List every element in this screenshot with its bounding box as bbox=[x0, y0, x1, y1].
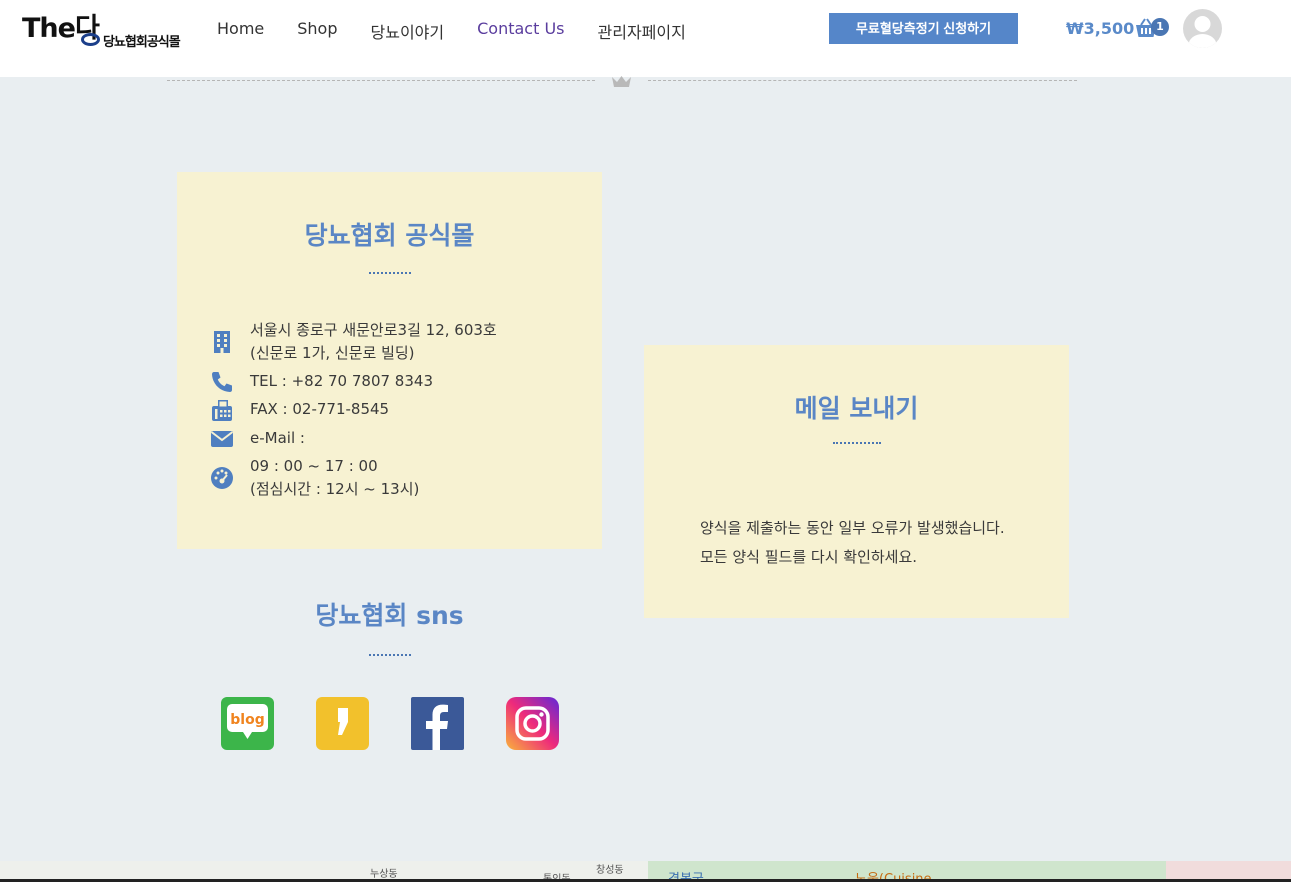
map-label-changseongdong: 창성동 bbox=[596, 865, 624, 876]
nav-home[interactable]: Home bbox=[217, 19, 264, 43]
divider-left bbox=[167, 80, 595, 81]
send-mail-box: 메일 보내기 양식을 제출하는 동안 일부 오류가 발생했습니다. 모든 양식 … bbox=[644, 345, 1069, 618]
fax-icon bbox=[212, 400, 232, 421]
hours-line-1: 09 : 00 ~ 17 : 00 bbox=[250, 457, 378, 475]
phone-icon bbox=[212, 372, 232, 392]
site-header: The다 당뇨협회공식몰 Home Shop 당뇨이야기 Contact Us … bbox=[0, 0, 1291, 77]
user-silhouette-icon bbox=[1188, 16, 1217, 48]
building-icon bbox=[214, 331, 230, 353]
info-title: 당뇨협회 공식몰 bbox=[304, 221, 475, 250]
fax-text: FAX : 02-771-8545 bbox=[250, 400, 390, 418]
user-avatar[interactable] bbox=[1183, 9, 1222, 48]
kakao-story-icon[interactable] bbox=[316, 697, 369, 750]
site-logo[interactable]: The다 당뇨협회공식몰 bbox=[22, 6, 187, 52]
address-line-2: (신문로 1가, 신문로 빌딩) bbox=[250, 344, 415, 362]
tel-row: TEL : +82 70 7807 8343 bbox=[210, 370, 433, 394]
nav-admin-page[interactable]: 관리자페이지 bbox=[598, 19, 686, 43]
blog-icon-label: blog bbox=[230, 712, 264, 728]
envelope-icon bbox=[210, 431, 234, 447]
sns-title: 당뇨협회 sns bbox=[315, 601, 464, 630]
email-text: e-Mail : bbox=[250, 429, 305, 447]
cart-total[interactable]: ₩3,500 bbox=[1066, 19, 1134, 38]
nav-shop[interactable]: Shop bbox=[297, 19, 337, 43]
address-row: 서울시 종로구 새문안로3길 12, 603호 (신문로 1가, 신문로 빌딩) bbox=[210, 319, 497, 365]
sns-title-dots-divider bbox=[369, 654, 411, 656]
main-nav: Home Shop 당뇨이야기 Contact Us 관리자페이지 bbox=[217, 19, 719, 43]
nav-diabetes-story[interactable]: 당뇨이야기 bbox=[371, 19, 445, 43]
free-meter-apply-button[interactable]: 무료혈당측정기 신청하기 bbox=[829, 13, 1018, 44]
title-dots-divider bbox=[369, 272, 411, 274]
facebook-icon[interactable] bbox=[411, 697, 464, 750]
form-error-message: 양식을 제출하는 동안 일부 오류가 발생했습니다. 모든 양식 필드를 다시 … bbox=[700, 519, 1005, 566]
dashboard-clock-icon bbox=[211, 467, 233, 489]
fax-row: FAX : 02-771-8545 bbox=[210, 398, 389, 422]
mail-title-dots-divider bbox=[833, 442, 881, 444]
cart-count-badge: 1 bbox=[1151, 18, 1169, 36]
logo-sub-text: 당뇨협회공식몰 bbox=[103, 35, 181, 50]
hours-line-2: (점심시간 : 12시 ~ 13시) bbox=[250, 480, 420, 498]
contact-info-box: 당뇨협회 공식몰 서울시 종로구 새문안로3길 12, 603호 (신문로 1가… bbox=[177, 172, 602, 549]
instagram-icon[interactable] bbox=[506, 697, 559, 750]
hours-row: 09 : 00 ~ 17 : 00 (점심시간 : 12시 ~ 13시) bbox=[210, 455, 419, 501]
address-line-1: 서울시 종로구 새문안로3길 12, 603호 bbox=[250, 321, 497, 339]
logo-ring-icon bbox=[81, 33, 100, 46]
nav-contact-us[interactable]: Contact Us bbox=[477, 19, 564, 43]
crown-icon bbox=[612, 76, 631, 87]
mail-title: 메일 보내기 bbox=[794, 394, 919, 423]
divider-right bbox=[648, 80, 1077, 81]
map-label-nusangdong: 누상동 bbox=[370, 869, 398, 880]
email-row: e-Mail : bbox=[210, 427, 305, 451]
tel-text: TEL : +82 70 7807 8343 bbox=[250, 372, 433, 390]
naver-blog-icon[interactable]: blog bbox=[221, 697, 274, 750]
